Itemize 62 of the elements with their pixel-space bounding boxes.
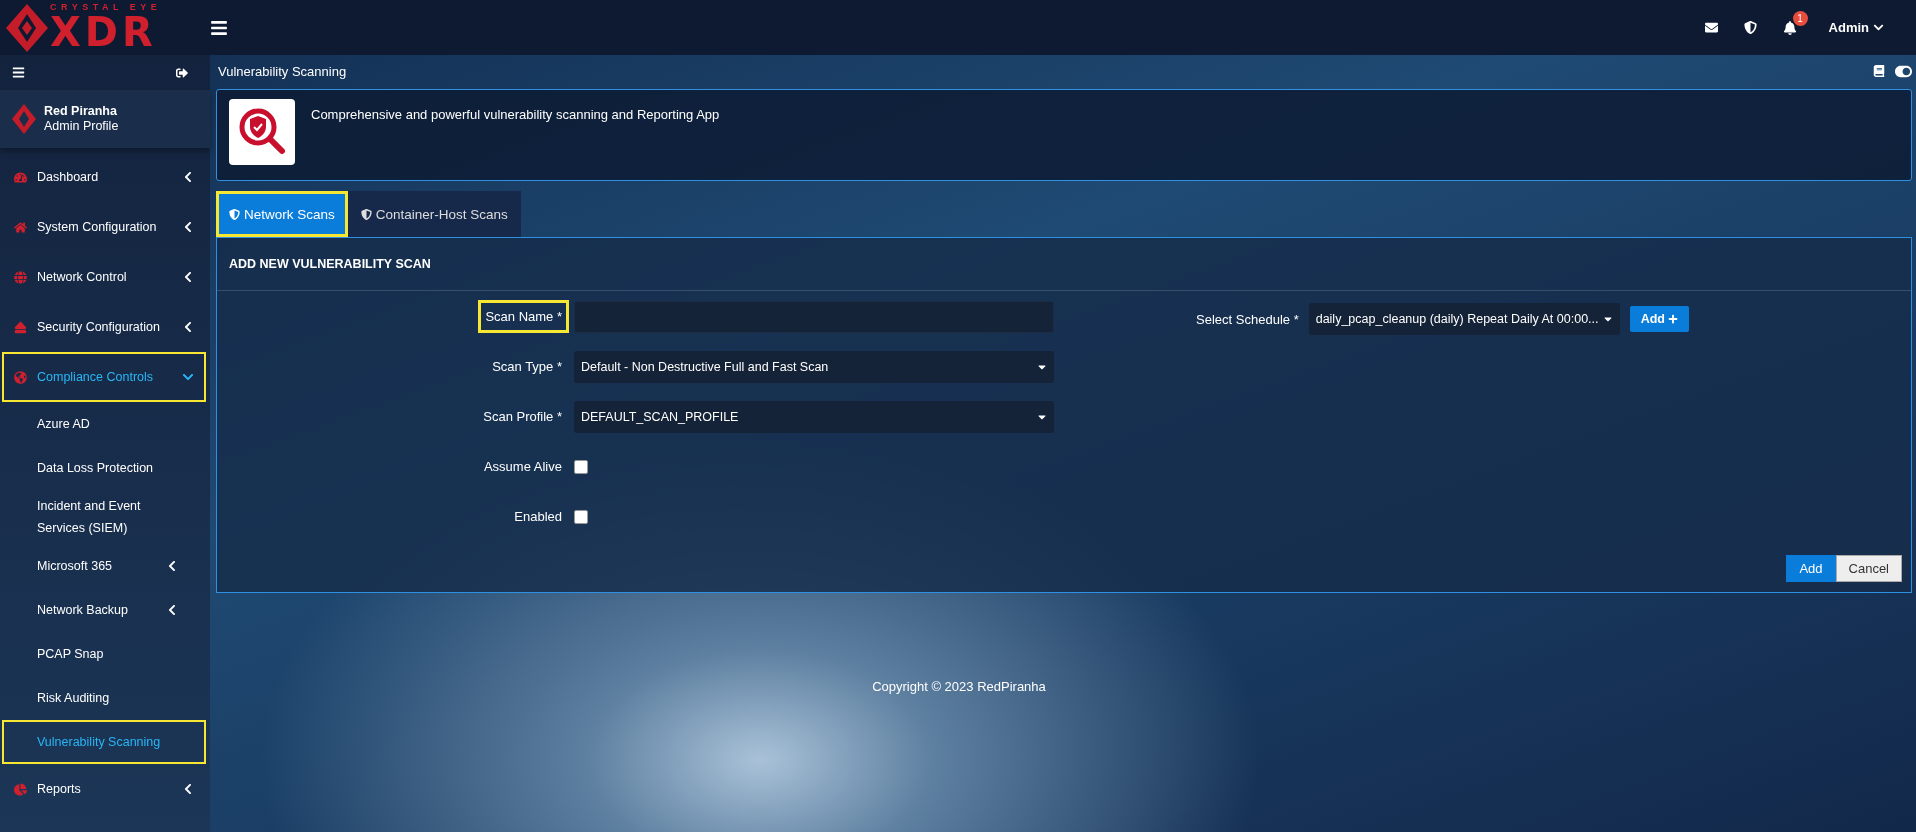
profile-role: Admin Profile xyxy=(44,119,119,134)
sidebar-item[interactable]: System Configuration xyxy=(2,202,206,252)
notification-badge: 1 xyxy=(1792,10,1808,26)
logo-tagline: CRYSTAL EYE xyxy=(50,3,162,12)
select-field[interactable]: Default - Non Destructive Full and Fast Scan xyxy=(574,350,1054,383)
sidebar-item[interactable]: Network Control xyxy=(2,252,206,302)
sidebar-item[interactable]: Data Loss Protection xyxy=(2,446,206,490)
magnifier-shield-icon xyxy=(229,99,295,165)
sidebar-item[interactable]: Compliance Controls xyxy=(2,352,206,402)
field-label: Select Schedule * xyxy=(1196,311,1299,327)
checkbox[interactable] xyxy=(574,459,588,474)
shield-icon[interactable] xyxy=(1743,21,1757,34)
notification-bell-icon[interactable] xyxy=(1782,20,1797,35)
sidebar-item[interactable]: Dashboard xyxy=(2,152,206,202)
tab[interactable]: Network Scans xyxy=(216,191,348,237)
chevron-down-icon xyxy=(182,371,194,383)
profile-name: Red Piranha xyxy=(44,104,118,119)
sidebar-item[interactable]: Network Backup xyxy=(2,588,206,632)
cancel-button[interactable]: Cancel xyxy=(1835,555,1902,582)
shield-icon xyxy=(229,208,240,220)
book-icon[interactable] xyxy=(1873,65,1885,77)
sidebar-item[interactable]: Incident and Event Services (SIEM) xyxy=(2,490,206,544)
app-description: Comprehensive and powerful vulnerability scanning and Reporting App xyxy=(311,107,720,122)
field-label: Scan Name * xyxy=(478,300,569,333)
sidebar-item[interactable]: Risk Auditing xyxy=(2,676,206,720)
logo-wordmark: XDR xyxy=(50,12,158,52)
sidebar-item[interactable]: Security Configuration xyxy=(2,302,206,352)
page-title: Vulnerability Scanning xyxy=(218,63,347,79)
chevron-left-icon xyxy=(182,221,194,233)
scan-name-field[interactable] xyxy=(574,300,1054,333)
sidebar-item[interactable]: Azure AD xyxy=(2,402,206,446)
logo-icon xyxy=(6,3,48,52)
chevron-left-icon xyxy=(182,271,194,283)
checkbox[interactable] xyxy=(574,509,588,524)
avatar-logo-icon xyxy=(12,104,36,134)
tab[interactable]: Container-Host Scans xyxy=(347,191,521,237)
field-label: Scan Type * xyxy=(491,358,563,376)
sidebar-item[interactable]: Microsoft 365 xyxy=(2,544,206,588)
chevron-left-icon xyxy=(182,783,194,795)
select-field[interactable]: DEFAULT_SCAN_PROFILE xyxy=(574,400,1054,433)
shield-icon xyxy=(360,208,372,220)
panel-title: ADD NEW VULNERABILITY SCAN xyxy=(217,238,1911,291)
field-label: Enabled xyxy=(513,508,563,526)
sidebar-item[interactable]: Reports xyxy=(2,764,206,814)
add-button[interactable]: Add xyxy=(1786,555,1836,582)
add-schedule-button[interactable]: Add xyxy=(1629,306,1689,332)
sidebar-item[interactable]: Vulnerability Scanning xyxy=(2,720,206,764)
copyright-text: Copyright © 2023 RedPiranha xyxy=(871,679,1047,694)
mail-icon[interactable] xyxy=(1704,21,1718,34)
chevron-left-icon xyxy=(182,171,194,183)
chevron-left-icon xyxy=(166,560,178,572)
menu-button[interactable] xyxy=(210,18,228,37)
field-label: Scan Profile * xyxy=(482,408,563,426)
schedule-select[interactable]: daily_pcap_cleanup (daily) Repeat Daily At 00:00... xyxy=(1308,303,1620,335)
sign-out-icon[interactable] xyxy=(176,66,188,79)
plus-icon xyxy=(1668,314,1678,324)
chevron-left-icon xyxy=(166,604,178,616)
field-label: Assume Alive xyxy=(482,458,563,476)
chevron-left-icon xyxy=(182,321,194,333)
chevron-down-icon xyxy=(1873,22,1884,33)
user-menu-button[interactable]: Admin xyxy=(1822,19,1890,36)
sidebar-item[interactable]: PCAP Snap xyxy=(2,632,206,676)
